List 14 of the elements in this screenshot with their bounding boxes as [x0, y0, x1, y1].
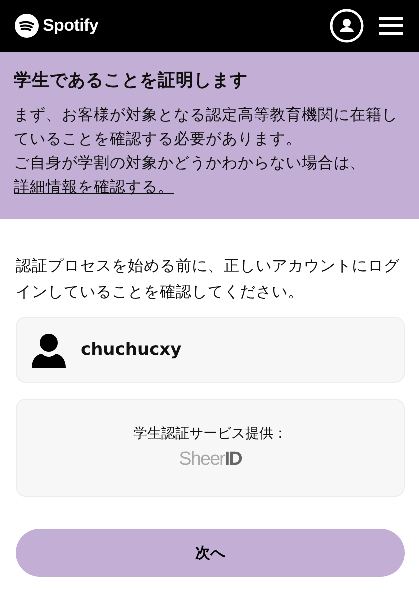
username: chuchucxy: [81, 340, 182, 360]
user-silhouette-icon: [31, 332, 67, 368]
hero-text: まず、お客様が対象となる認定高等教育機関に在籍していることを確認する必要があります。: [14, 105, 399, 150]
logo-text[interactable]: Spotify: [43, 16, 99, 36]
details-link[interactable]: 詳細情報を確認する。: [14, 178, 174, 196]
next-button[interactable]: 次へ: [16, 529, 405, 577]
hero-title: 学生であることを証明します: [14, 70, 249, 93]
spotify-logo-icon[interactable]: [15, 14, 39, 38]
hero-note: ご自身が学割の対象かどうかわからない場合は、 詳細情報を確認する。: [14, 153, 367, 198]
profile-icon[interactable]: [330, 9, 364, 43]
provider-logo: SheerID: [179, 449, 242, 471]
menu-icon[interactable]: [379, 16, 403, 36]
provider-label: 学生認証サービス提供：: [134, 425, 288, 443]
intro-text: 認証プロセスを始める前に、正しいアカウントにログインしていることを確認してください。: [16, 256, 401, 303]
